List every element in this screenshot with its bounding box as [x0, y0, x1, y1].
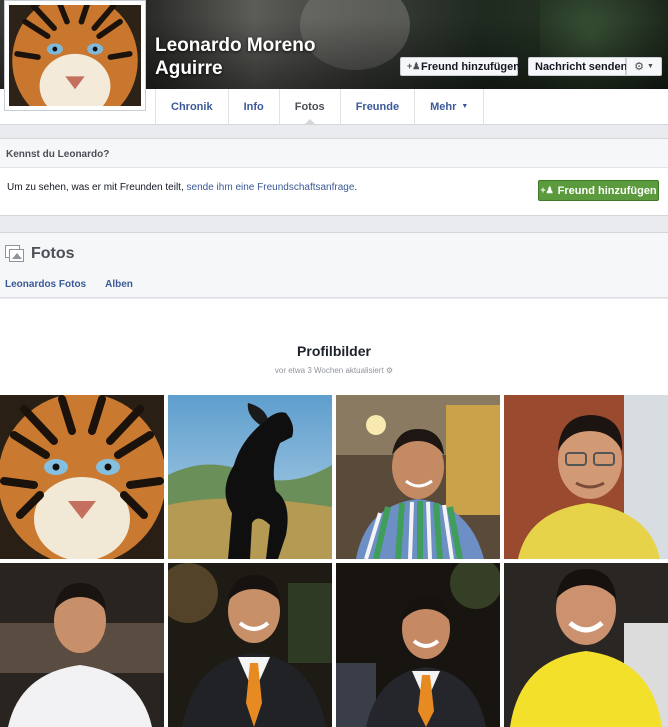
add-friend-icon: +♟: [407, 61, 421, 71]
tab-info[interactable]: Info: [229, 89, 280, 124]
photos-title-text: Fotos: [31, 245, 75, 262]
photo-tile[interactable]: [0, 563, 164, 727]
person-photo: [504, 563, 668, 727]
person-photo: [504, 395, 668, 559]
add-friend-label: Freund hinzufügen: [421, 60, 520, 73]
tab-label: Fotos: [294, 100, 325, 113]
tiger-image: [9, 5, 141, 106]
tab-label: Info: [243, 100, 264, 113]
photos-icon: [5, 245, 24, 263]
tab-label: Freunde: [355, 100, 400, 113]
add-friend-green-label: Freund hinzufügen: [557, 184, 657, 197]
tab-chronik[interactable]: Chronik: [155, 89, 229, 124]
add-friend-button[interactable]: +♟ Freund hinzufügen: [400, 57, 520, 76]
photo-tile[interactable]: [336, 395, 500, 559]
photos-title: Fotos: [5, 245, 75, 263]
tab-label: Mehr: [430, 100, 457, 113]
add-friend-green-button[interactable]: +♟ Freund hinzufügen: [538, 180, 659, 201]
know-person-header: Kennst du Leonardo?: [0, 139, 668, 168]
profile-picture[interactable]: [4, 0, 146, 111]
profile-tabs: Chronik Info Fotos Freunde Mehr ▼: [155, 89, 485, 125]
photo-tile[interactable]: [0, 395, 164, 559]
album-updated: vor etwa 3 Wochen aktualisiert ⚙: [0, 366, 668, 375]
person-photo: [0, 563, 164, 727]
person-photo: [336, 395, 500, 559]
know-person-text-end: .: [354, 182, 358, 193]
subtab-alben[interactable]: Alben: [105, 279, 133, 290]
person-photo: [336, 563, 500, 727]
know-person-body: Um zu sehen, was er mit Freunden teilt, …: [0, 168, 668, 216]
tab-fotos[interactable]: Fotos: [280, 89, 341, 125]
profile-name-line1: Leonardo Moreno: [155, 35, 316, 56]
person-photo: [168, 563, 332, 727]
tab-mehr[interactable]: Mehr ▼: [415, 89, 485, 124]
horse-image: [168, 395, 332, 559]
album-section: Profilbilder vor etwa 3 Wochen aktualisi…: [0, 299, 668, 727]
know-person-text: Um zu sehen, was er mit Freunden teilt,: [7, 182, 187, 193]
subtab-leonardos-fotos[interactable]: Leonardos Fotos: [5, 279, 86, 290]
photo-tile[interactable]: [168, 563, 332, 727]
friend-request-link[interactable]: sende ihm eine Freundschaftsanfrage: [187, 182, 355, 193]
chevron-down-icon: ▼: [461, 103, 469, 110]
profile-name-line2: Aguirre: [155, 58, 223, 79]
photo-tile[interactable]: [504, 395, 668, 559]
gear-icon[interactable]: ⚙: [386, 366, 393, 375]
album-title[interactable]: Profilbilder: [0, 343, 668, 359]
settings-dropdown-button[interactable]: ⚙ ▼: [626, 57, 662, 76]
send-message-button[interactable]: Nachricht senden: [528, 57, 628, 76]
know-person-box: Kennst du Leonardo? Um zu sehen, was er …: [0, 138, 668, 216]
album-updated-text: vor etwa 3 Wochen aktualisiert: [274, 366, 384, 375]
photo-tile[interactable]: [168, 395, 332, 559]
gear-icon: ⚙: [634, 61, 644, 73]
tiger-image: [0, 395, 164, 559]
chevron-down-icon: ▼: [646, 63, 654, 70]
photo-tile[interactable]: [336, 563, 500, 727]
add-friend-icon: +♟: [540, 185, 554, 195]
photo-grid: [0, 395, 668, 727]
profile-name[interactable]: Leonardo Moreno Aguirre: [155, 34, 375, 80]
photos-subtabs: Leonardos Fotos Alben: [5, 279, 133, 290]
photo-tile[interactable]: [504, 563, 668, 727]
photos-header: Fotos Leonardos Fotos Alben: [0, 232, 668, 298]
send-message-label: Nachricht senden: [535, 60, 628, 73]
tab-freunde[interactable]: Freunde: [341, 89, 416, 124]
tab-label: Chronik: [171, 100, 213, 113]
